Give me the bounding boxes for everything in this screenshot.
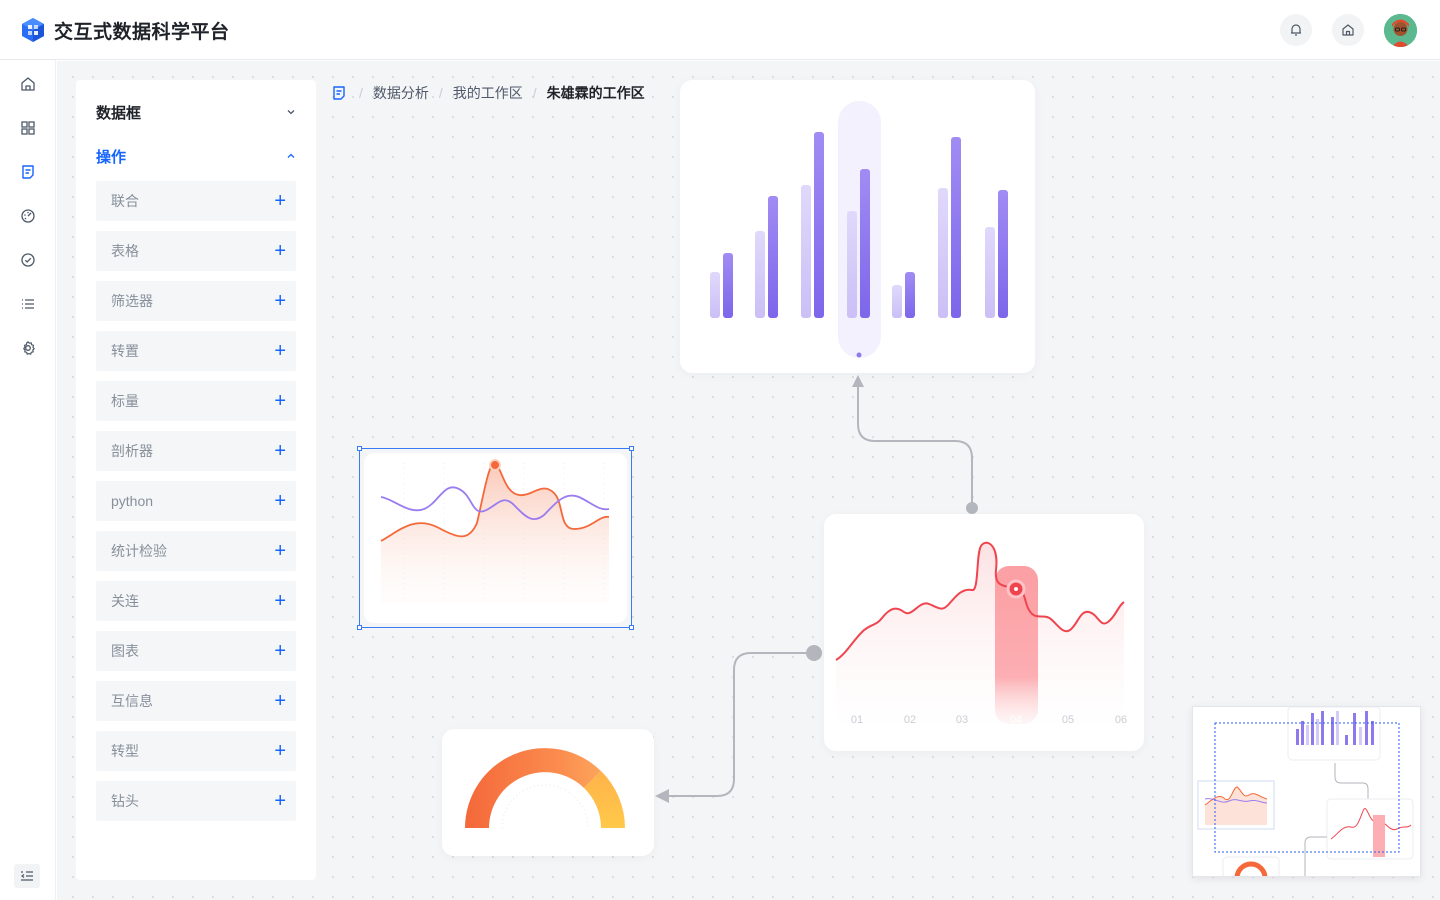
gauge-chart-node[interactable] — [442, 729, 654, 856]
canvas-minimap[interactable] — [1192, 706, 1421, 877]
gauge-arc-value — [465, 748, 601, 828]
x-tick-label: 01 — [851, 714, 863, 726]
bar-highlight-marker — [856, 352, 862, 358]
x-tick-label: 06 — [1115, 714, 1127, 726]
x-tick-label-highlight: 04 — [1010, 714, 1022, 726]
line-chart: 01 02 03 04 05 06 — [835, 541, 1127, 726]
x-tick-label: 02 — [904, 714, 916, 726]
resize-handle[interactable] — [357, 446, 362, 451]
x-tick-label: 03 — [956, 714, 968, 726]
bar-chart — [710, 101, 1008, 358]
line-chart-node[interactable]: 01 02 03 04 05 06 — [824, 514, 1144, 751]
resize-handle[interactable] — [629, 625, 634, 630]
resize-handle[interactable] — [357, 625, 362, 630]
area-peak-marker — [489, 459, 501, 471]
x-tick-label: 05 — [1062, 714, 1074, 726]
selected-area-chart-node[interactable] — [357, 446, 634, 630]
resize-handle[interactable] — [629, 446, 634, 451]
area-chart — [380, 459, 610, 603]
gauge-chart — [465, 748, 625, 829]
bar-chart-node[interactable] — [680, 80, 1035, 373]
bar-highlight — [838, 101, 881, 358]
area-chart-card — [364, 453, 627, 623]
minimap-preview — [1197, 707, 1414, 876]
